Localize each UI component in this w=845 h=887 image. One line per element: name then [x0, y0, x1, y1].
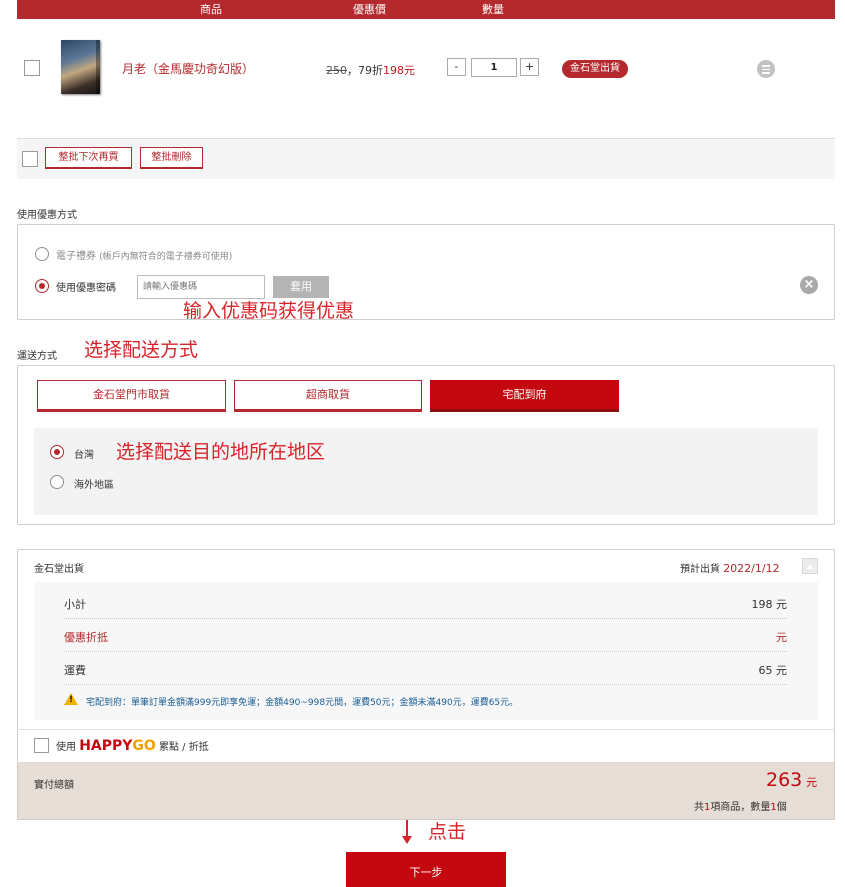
next-annotation: 点击 — [428, 821, 467, 843]
product-cover-image[interactable] — [61, 40, 100, 94]
sale-price: 198 — [383, 64, 404, 77]
discount-label: 優惠折抵 — [64, 631, 108, 644]
summary-title: 金石堂出貨 — [34, 564, 84, 575]
egift-radio[interactable] — [35, 247, 49, 261]
original-price: 250 — [326, 64, 347, 77]
subtotal-label: 小計 — [64, 598, 86, 611]
egift-label-text: 電子禮券 — [56, 251, 96, 262]
region-overseas-radio[interactable] — [50, 475, 64, 489]
quantity-decrease-button[interactable]: - — [447, 58, 466, 76]
discount-value: 元 — [776, 631, 787, 644]
egift-label: 電子禮券 (帳戶內無符合的電子禮券可使用) — [56, 247, 232, 262]
discount-text: ，79折 — [347, 64, 383, 77]
freight-row: 運費 65 元 — [64, 652, 787, 685]
region-annotation: 选择配送目的地所在地区 — [116, 441, 326, 463]
product-select-checkbox[interactable] — [24, 60, 40, 76]
eta-label: 預計出貨 — [680, 564, 720, 575]
warning-icon — [64, 693, 78, 705]
next-step-button[interactable]: 下一步 — [346, 852, 506, 887]
freight-label: 運費 — [64, 664, 86, 677]
ship-from-badge: 金石堂出貨 — [562, 60, 628, 78]
header-price: 優惠價 — [353, 3, 386, 16]
coupon-section-title: 使用優惠方式 — [17, 210, 77, 221]
coupon-apply-button[interactable]: 套用 — [273, 276, 329, 298]
happygo-prefix: 使用 — [56, 742, 76, 753]
quantity-input[interactable]: 1 — [471, 58, 517, 77]
total-amount: 263 元 — [766, 769, 817, 791]
coupon-annotation: 输入优惠码获得优惠 — [183, 300, 355, 322]
product-name-link[interactable]: 月老（金馬慶功奇幻版） — [122, 60, 254, 77]
eta: 預計出貨 2022/1/12 — [680, 560, 780, 575]
select-all-checkbox[interactable] — [22, 151, 38, 167]
count-prefix: 共 — [694, 802, 704, 813]
total-amount-value: 263 — [766, 769, 803, 791]
total-count: 共1項商品，數量1個 — [694, 798, 787, 813]
more-menu-icon[interactable] — [757, 60, 775, 78]
shipping-section-title: 運送方式 — [17, 351, 57, 362]
happygo-logo-happy: HAPPY — [79, 738, 133, 754]
total-label: 實付總額 — [34, 780, 74, 791]
batch-buy-later-button[interactable]: 整批下次再買 — [45, 147, 132, 169]
divider — [17, 729, 835, 730]
shipping-option-store-pickup[interactable]: 金石堂門市取貨 — [37, 380, 226, 412]
product-price: 250，79折198元 — [326, 62, 415, 78]
arrow-down-icon — [402, 820, 412, 844]
close-icon[interactable]: × — [800, 276, 818, 294]
header-product: 商品 — [200, 3, 222, 16]
subtotal-value: 198 元 — [751, 598, 788, 611]
shipping-option-convenience-store[interactable]: 超商取貨 — [234, 380, 422, 412]
region-taiwan-label: 台灣 — [74, 450, 94, 461]
quantity-increase-button[interactable]: + — [520, 58, 539, 76]
region-overseas-label: 海外地區 — [74, 480, 114, 491]
happygo-checkbox[interactable] — [34, 738, 49, 753]
coupon-box — [17, 224, 835, 320]
freight-value: 65 元 — [758, 664, 788, 677]
shipping-option-home-delivery[interactable]: 宅配到府 — [430, 380, 619, 412]
eta-date: 2022/1/12 — [723, 562, 780, 575]
chevron-up-icon[interactable] — [802, 558, 818, 574]
sale-currency: 元 — [404, 64, 415, 77]
header-quantity: 數量 — [482, 3, 504, 16]
discount-row: 優惠折抵 元 — [64, 619, 787, 652]
shipping-annotation: 选择配送方式 — [84, 339, 199, 361]
freight-note: 宅配到府：單筆訂單金額滿999元即享免運；金額490~998元間，運費50元；金… — [86, 698, 519, 708]
count-mid: 項商品，數量 — [710, 802, 771, 813]
subtotal-row: 小計 198 元 — [64, 586, 787, 619]
coupon-code-radio[interactable] — [35, 279, 49, 293]
batch-delete-button[interactable]: 整批刪除 — [140, 147, 203, 169]
happygo-label: 使用 HAPPYGO 累點 / 折抵 — [56, 738, 209, 754]
region-taiwan-radio[interactable] — [50, 445, 64, 459]
coupon-code-label: 使用優惠密碼 — [56, 283, 116, 294]
total-currency: 元 — [806, 776, 818, 789]
egift-hint: (帳戶內無符合的電子禮券可使用) — [99, 252, 233, 262]
cart-table-header: 商品 優惠價 數量 — [17, 0, 835, 19]
happygo-suffix: 累點 / 折抵 — [159, 742, 209, 753]
happygo-logo-go: GO — [132, 738, 156, 754]
count-suffix: 個 — [776, 802, 787, 813]
